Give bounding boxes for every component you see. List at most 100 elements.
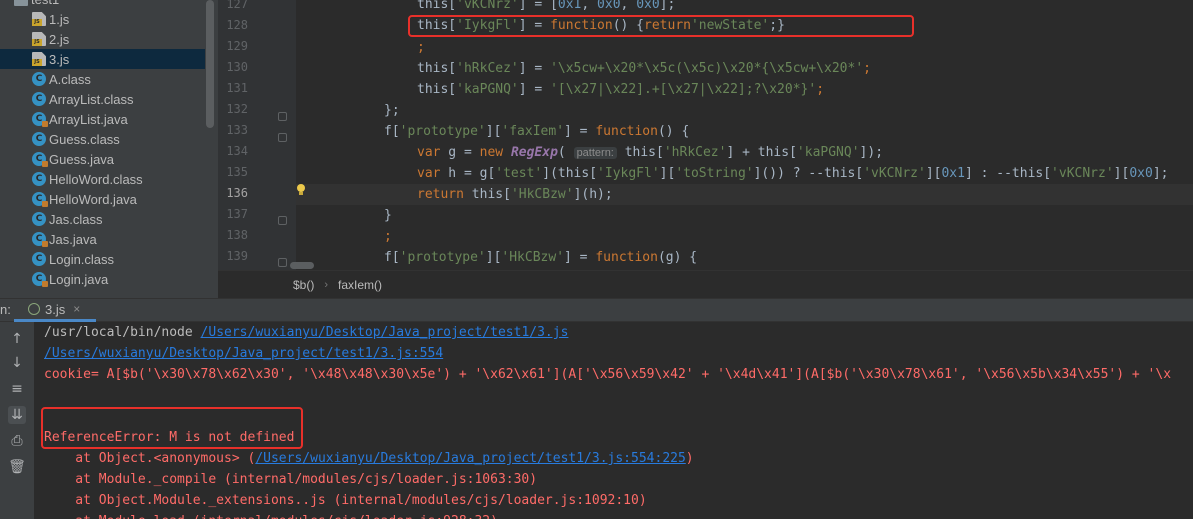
run-tab-label: 3.js — [45, 301, 66, 317]
tree-item[interactable]: ArrayList.class — [0, 89, 205, 109]
class-file-icon — [32, 72, 46, 86]
js-file-icon — [32, 52, 46, 66]
tree-item[interactable]: 2.js — [0, 29, 205, 49]
line-number: 135 — [226, 165, 248, 179]
line-number: 139 — [226, 249, 248, 263]
code-line-134: var g = new RegExp( pattern: this['hRkCe… — [417, 145, 884, 160]
class-file-icon — [32, 252, 46, 266]
line-number: 132 — [226, 102, 248, 116]
tree-item[interactable]: 3.js — [0, 49, 205, 69]
tree-item[interactable]: Guess.java — [0, 149, 205, 169]
java-file-icon — [32, 272, 48, 287]
console-line: at Object.Module._extensions..js (intern… — [44, 493, 647, 508]
console-link[interactable]: /Users/wuxianyu/Desktop/Java_project/tes… — [201, 325, 569, 340]
tree-item-label: HelloWord.java — [49, 191, 137, 207]
fold-marker[interactable] — [278, 133, 287, 142]
tree-item[interactable]: A.class — [0, 69, 205, 89]
run-toolbar: ↑ ↓ ≡ ⇊ ⎙ 🗑 — [0, 322, 34, 519]
line-number: 137 — [226, 207, 248, 221]
intention-bulb-icon[interactable] — [296, 184, 306, 196]
close-icon[interactable]: × — [73, 302, 80, 316]
print-icon[interactable]: ⎙ — [8, 432, 26, 450]
tree-item-label: 3.js — [49, 51, 70, 67]
tree-folder-label: test1 — [31, 0, 59, 7]
console-link[interactable]: /Users/wuxianyu/Desktop/Java_project/tes… — [255, 451, 685, 466]
tree-item[interactable]: Login.java — [0, 269, 205, 289]
console-line: at Object.<anonymous> (/Users/wuxianyu/D… — [44, 451, 694, 466]
soft-wrap-icon[interactable]: ≡ — [8, 380, 26, 398]
line-number: 133 — [226, 123, 248, 137]
tree-item[interactable]: Guess.class — [0, 129, 205, 149]
tree-item-label: Guess.class — [49, 131, 120, 147]
folder-icon — [14, 0, 28, 6]
code-line-127: this['vKCNrz'] = [0x1, 0x0, 0x0]; — [417, 0, 676, 12]
breadcrumb-item[interactable]: $b() — [293, 278, 314, 292]
tree-item-label: 2.js — [49, 31, 70, 47]
fold-marker[interactable] — [278, 258, 287, 267]
tree-scrollbar[interactable] — [206, 0, 214, 128]
tree-item-label: 1.js — [49, 11, 70, 27]
run-tab-3js[interactable]: 3.js × — [14, 299, 96, 322]
tree-item-label: Login.java — [49, 271, 109, 287]
class-file-icon — [32, 172, 46, 186]
console-line: at Module._compile (internal/modules/cjs… — [44, 472, 538, 487]
line-number: 127 — [226, 0, 248, 11]
js-file-icon — [32, 32, 46, 46]
code-line-129: ; — [417, 40, 425, 55]
tree-item-label: Jas.class — [49, 211, 103, 227]
breadcrumb-separator-icon: › — [324, 278, 329, 291]
console-line: /usr/local/bin/node /Users/wuxianyu/Desk… — [44, 325, 569, 340]
run-label: n: — [0, 302, 11, 317]
arrow-down-icon[interactable]: ↓ — [8, 354, 26, 372]
console-link[interactable]: /Users/wuxianyu/Desktop/Java_project/tes… — [44, 346, 443, 361]
tree-item-label: Jas.java — [49, 231, 97, 247]
run-config-icon — [28, 303, 40, 315]
project-tree-panel: test1 1.js 2.js 3.js A.class ArrayList.class… — [0, 0, 218, 298]
class-file-icon — [32, 212, 46, 226]
code-line-139: f['prototype']['HkCBzw'] = function(g) { — [384, 250, 698, 265]
code-line-130: this['hRkCez'] = '\x5cw+\x20*\x5c(\x5c)\… — [417, 61, 871, 76]
line-number: 131 — [226, 81, 248, 95]
editor-horizontal-scrollbar[interactable] — [290, 262, 314, 269]
console-output[interactable]: /usr/local/bin/node /Users/wuxianyu/Desk… — [34, 322, 1193, 519]
code-line-132: }; — [384, 103, 400, 118]
code-line-135: var h = g['test'](this['IykgFl']['toStri… — [417, 166, 1169, 181]
code-editor[interactable]: 127 128 129 130 131 132 133 134 135 136 137 138 139 … — [218, 0, 1193, 298]
tree-item-label: Login.class — [49, 251, 115, 267]
tree-item[interactable]: ArrayList.java — [0, 109, 205, 129]
line-number: 129 — [226, 39, 248, 53]
tree-item[interactable]: Jas.class — [0, 209, 205, 229]
console-error-line: ReferenceError: M is not defined — [44, 430, 295, 445]
code-line-128: this['IykgFl'] = function() {return'newS… — [417, 18, 785, 33]
tree-item-label: ArrayList.class — [49, 91, 134, 107]
tree-item[interactable]: HelloWord.java — [0, 189, 205, 209]
console-line: /Users/wuxianyu/Desktop/Java_project/tes… — [44, 343, 443, 364]
java-file-icon — [32, 232, 48, 247]
tree-item[interactable]: 1.js — [0, 9, 205, 29]
breadcrumb: $b() › faxIem() — [218, 270, 1193, 298]
code-line-138: ; — [384, 229, 392, 244]
code-area[interactable]: this['vKCNrz'] = [0x1, 0x0, 0x0]; this['… — [320, 0, 1193, 270]
tree-item[interactable]: HelloWord.class — [0, 169, 205, 189]
trash-icon[interactable]: 🗑 — [8, 458, 26, 476]
fold-marker[interactable] — [278, 112, 287, 121]
code-line-133: f['prototype']['faxIem'] = function() { — [384, 124, 690, 139]
tree-folder-test1[interactable]: test1 — [0, 0, 205, 9]
tree-item-label: A.class — [49, 71, 91, 87]
tree-item-label: Guess.java — [49, 151, 115, 167]
java-file-icon — [32, 192, 48, 207]
parameter-hint: pattern: — [573, 147, 617, 159]
run-panel-header: n: 3.js × — [0, 298, 1193, 322]
tree-item[interactable]: Jas.java — [0, 229, 205, 249]
fold-marker[interactable] — [278, 216, 287, 225]
arrow-up-icon[interactable]: ↑ — [8, 330, 26, 348]
tree-item[interactable]: Login.class — [0, 249, 205, 269]
line-number: 138 — [226, 228, 248, 242]
console-line: cookie= A[$b('\x30\x78\x62\x30', '\x48\x… — [44, 367, 1172, 382]
line-number: 130 — [226, 60, 248, 74]
class-file-icon — [32, 132, 46, 146]
java-file-icon — [32, 112, 48, 127]
code-line-136: return this['HkCBzw'](h); — [417, 187, 613, 202]
scroll-to-end-icon[interactable]: ⇊ — [8, 406, 26, 424]
breadcrumb-item[interactable]: faxIem() — [338, 278, 382, 292]
